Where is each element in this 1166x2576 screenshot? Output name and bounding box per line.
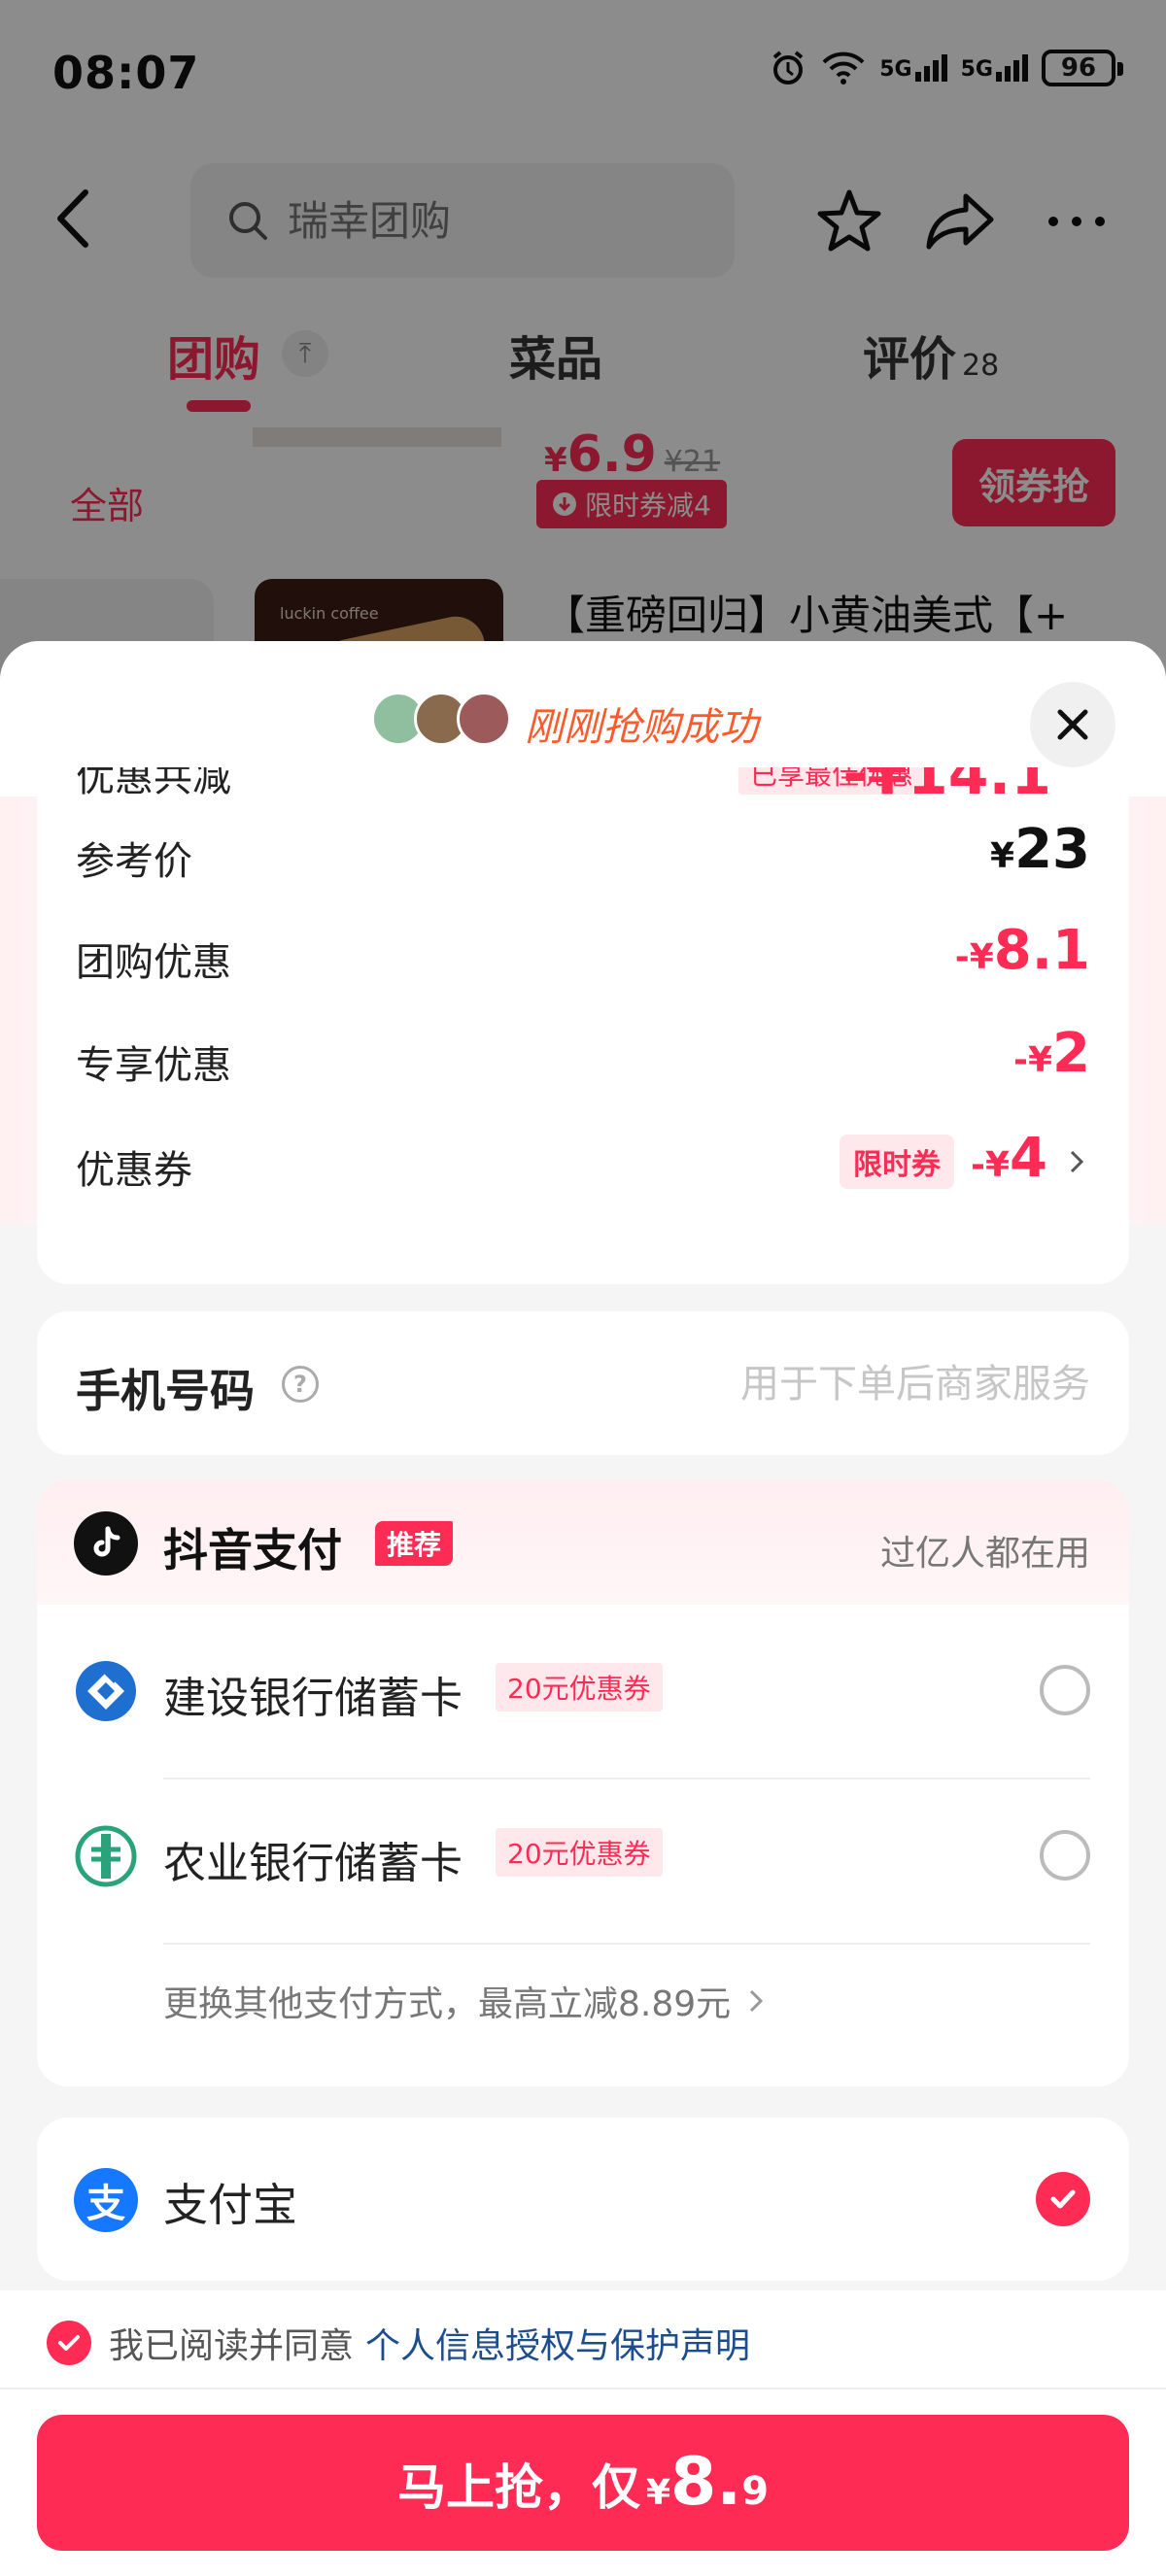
price-breakdown-card: 优惠共减 已享最佳优惠 -¥14.1 参考价 ¥23 团购优惠 - ¥8.1 专享… xyxy=(37,767,1129,1284)
yen-symbol: ¥ xyxy=(984,1145,1011,1185)
exclusive-discount-value: - ¥2 xyxy=(1013,1022,1090,1085)
ccb-bank-icon xyxy=(76,1661,136,1721)
agree-checkbox[interactable] xyxy=(47,2321,91,2365)
exclusive-discount-row: 专享优惠 - ¥2 xyxy=(76,1018,1090,1096)
agreement-text: 我已阅读并同意 xyxy=(109,2326,355,2366)
alipay-option[interactable]: 支 支付宝 xyxy=(37,2118,1129,2281)
bank-option-abc[interactable]: 农业银行储蓄卡 20元优惠券 xyxy=(37,1770,1129,1935)
background-page: 08:07 5G 5G 96 团购 ⤒ 菜品 评价28 全部 ¥ 6.9 ¥21 xyxy=(0,0,1166,686)
phone-label: 手机号码 xyxy=(76,1365,255,1417)
radio-button[interactable] xyxy=(1040,1830,1090,1881)
buy-button-price-int: 8. xyxy=(670,2444,742,2521)
total-discount-row: 优惠共减 已享最佳优惠 -¥14.1 xyxy=(76,767,1090,808)
limited-coupon-tag: 限时券 xyxy=(840,1135,954,1189)
coupon-number: 4 xyxy=(1010,1127,1047,1190)
abc-bank-icon xyxy=(75,1825,137,1887)
minus-sign: - xyxy=(954,937,970,977)
coupon-label: 优惠券 xyxy=(76,1148,192,1193)
reference-price-number: 23 xyxy=(1014,818,1090,881)
buy-button-price-dec: 9 xyxy=(741,2469,770,2514)
checked-icon[interactable] xyxy=(1036,2172,1090,2226)
buy-now-button[interactable]: 马上抢，仅 ¥ 8. 9 xyxy=(37,2415,1129,2551)
yen-symbol: ¥ xyxy=(969,937,994,977)
purchase-success-text: 刚刚抢购成功 xyxy=(525,705,758,750)
agreement-row: 我已阅读并同意 个人信息授权与保护声明 xyxy=(47,2318,750,2368)
douyin-pay-card: 抖音支付 推荐 过亿人都在用 建设银行储蓄卡 20元优惠券 农业银行储蓄卡 20… xyxy=(37,1480,1129,2086)
bank-option-ccb[interactable]: 建设银行储蓄卡 20元优惠券 xyxy=(37,1605,1129,1770)
privacy-statement-link[interactable]: 个人信息授权与保护声明 xyxy=(365,2318,750,2368)
group-discount-label: 团购优惠 xyxy=(76,940,231,985)
more-payment-methods[interactable]: 更换其他支付方式，最高立减8.89元 xyxy=(163,1976,768,2026)
total-discount-label: 优惠共减 xyxy=(76,767,231,800)
reference-price-value: ¥23 xyxy=(990,818,1090,881)
reference-price-row: 参考价 ¥23 xyxy=(76,814,1090,892)
coupon-value: - ¥4 xyxy=(971,1127,1047,1190)
douyin-logo-icon xyxy=(74,1511,138,1576)
minus-sign: - xyxy=(1013,1040,1028,1080)
douyin-pay-header: 抖音支付 推荐 过亿人都在用 xyxy=(37,1480,1129,1605)
reference-price-label: 参考价 xyxy=(76,839,192,884)
overlay-scrim[interactable] xyxy=(0,0,1166,680)
divider xyxy=(0,2388,1166,2390)
more-payment-text: 更换其他支付方式，最高立减8.89元 xyxy=(163,1984,732,2024)
bank-coupon-tag: 20元优惠券 xyxy=(496,1828,663,1877)
checkout-sheet: 刚刚抢购成功 优惠共减 已享最佳优惠 -¥14.1 参考价 ¥23 团购优惠 -… xyxy=(0,641,1166,2576)
bank-name: 建设银行储蓄卡 xyxy=(163,1674,463,1723)
phone-input[interactable] xyxy=(546,1350,1090,1418)
group-discount-value: - ¥8.1 xyxy=(955,919,1090,982)
bank-name: 农业银行储蓄卡 xyxy=(163,1839,463,1888)
yen-symbol: ¥ xyxy=(990,836,1015,876)
exclusive-discount-label: 专享优惠 xyxy=(76,1043,231,1088)
exclusive-discount-number: 2 xyxy=(1052,1022,1090,1085)
alipay-name: 支付宝 xyxy=(163,2179,297,2231)
douyin-pay-subtitle: 过亿人都在用 xyxy=(879,1534,1090,1574)
avatar-group xyxy=(371,692,511,746)
help-icon[interactable]: ? xyxy=(282,1366,319,1403)
chevron-right-icon xyxy=(750,1989,764,2013)
bank-coupon-tag: 20元优惠券 xyxy=(496,1663,663,1712)
douyin-pay-title: 抖音支付 xyxy=(163,1524,342,1576)
close-icon xyxy=(1057,709,1088,740)
chevron-right-icon xyxy=(1070,1150,1084,1173)
yen-symbol: ¥ xyxy=(1027,1040,1053,1080)
alipay-icon: 支 xyxy=(74,2168,138,2232)
avatar xyxy=(457,692,511,746)
group-discount-row: 团购优惠 - ¥8.1 xyxy=(76,915,1090,993)
close-button[interactable] xyxy=(1030,682,1115,767)
group-discount-number: 8.1 xyxy=(993,919,1090,982)
coupon-row[interactable]: 优惠券 限时券 - ¥4 xyxy=(76,1123,1090,1201)
radio-button[interactable] xyxy=(1040,1665,1090,1715)
buy-button-text: 马上抢，仅 xyxy=(396,2459,640,2516)
total-discount-value: -¥14.1 xyxy=(842,767,1051,808)
buy-button-yen: ¥ xyxy=(645,2473,671,2513)
recommended-badge: 推荐 xyxy=(375,1521,454,1566)
divider xyxy=(163,1943,1090,1945)
checkout-footer: 我已阅读并同意 个人信息授权与保护声明 马上抢，仅 ¥ 8. 9 xyxy=(0,2290,1166,2576)
phone-card: 手机号码 ? xyxy=(37,1311,1129,1455)
minus-sign: - xyxy=(971,1145,985,1185)
